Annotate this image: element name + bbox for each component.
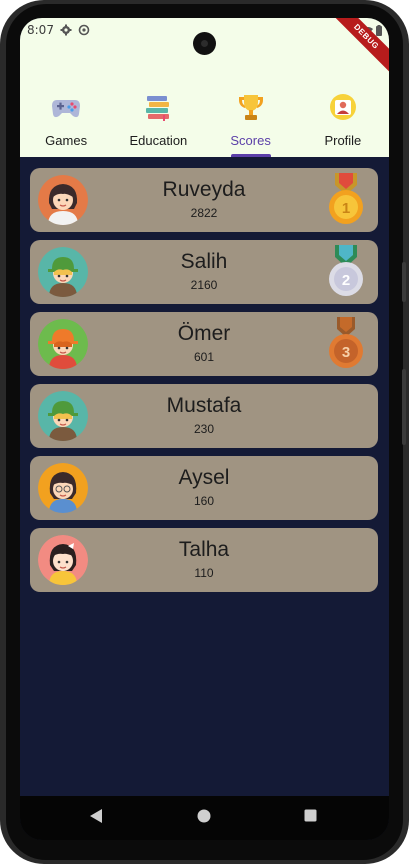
- status-time: 8:07: [27, 23, 54, 37]
- tab-education[interactable]: Education: [112, 88, 204, 157]
- recents-icon[interactable]: [304, 809, 317, 822]
- tab-label: Scores: [230, 133, 271, 148]
- bronze-medal-icon: 3: [329, 317, 363, 368]
- books-icon: [146, 96, 170, 121]
- tab-label: Games: [45, 133, 88, 148]
- status-bar: 8:07: [27, 23, 90, 37]
- battery-icon: [376, 25, 382, 36]
- phone-frame: 8:07 DEBUG Games Education Scores Profil…: [0, 0, 409, 864]
- tab-scores[interactable]: Scores: [205, 88, 297, 157]
- tab-bar: Games Education Scores Profile: [20, 88, 389, 157]
- tab-games[interactable]: Games: [20, 88, 112, 157]
- leaderboard-item[interactable]: Ruveyda 2822 1: [30, 168, 378, 232]
- system-navigation-bar: [20, 796, 389, 840]
- player-score: 230: [193, 422, 215, 436]
- volume-button: [402, 262, 406, 302]
- leaderboard-item[interactable]: Aysel 160: [30, 456, 378, 520]
- player-name: Aysel: [178, 466, 230, 489]
- gold-medal-icon: 1: [329, 173, 363, 224]
- tab-label: Education: [129, 133, 188, 148]
- leaderboard-item[interactable]: Talha 110: [30, 528, 378, 592]
- silver-medal-icon: 2: [329, 245, 363, 296]
- leaderboard-item[interactable]: Ömer 601 3: [30, 312, 378, 376]
- profile-card-icon: [329, 94, 356, 120]
- trophy-icon: [238, 95, 263, 120]
- home-icon[interactable]: [197, 809, 211, 823]
- player-name: Mustafa: [166, 394, 242, 417]
- leaderboard-list: Ruveyda 2822 1 Salih 2160 2 Ömer 601 3 M…: [30, 168, 378, 600]
- leaderboard-item[interactable]: Mustafa 230: [30, 384, 378, 448]
- medal-number: 2: [342, 272, 350, 289]
- medal-number: 3: [342, 344, 350, 361]
- player-score: 160: [193, 494, 215, 508]
- app-header: 8:07 DEBUG Games Education Scores Profil…: [20, 18, 389, 157]
- gamepad-icon: [52, 100, 81, 118]
- medal-number: 1: [342, 200, 350, 217]
- player-score: 110: [194, 566, 214, 580]
- back-icon[interactable]: [89, 808, 103, 824]
- tab-label: Profile: [324, 133, 362, 148]
- sync-icon: [78, 24, 90, 36]
- leaderboard-item[interactable]: Salih 2160 2: [30, 240, 378, 304]
- power-button: [402, 369, 406, 445]
- player-name: Talha: [178, 538, 230, 561]
- front-camera: [193, 32, 216, 55]
- tab-profile[interactable]: Profile: [297, 88, 389, 157]
- app-screen: 8:07 DEBUG Games Education Scores Profil…: [20, 18, 389, 840]
- settings-icon: [60, 24, 72, 36]
